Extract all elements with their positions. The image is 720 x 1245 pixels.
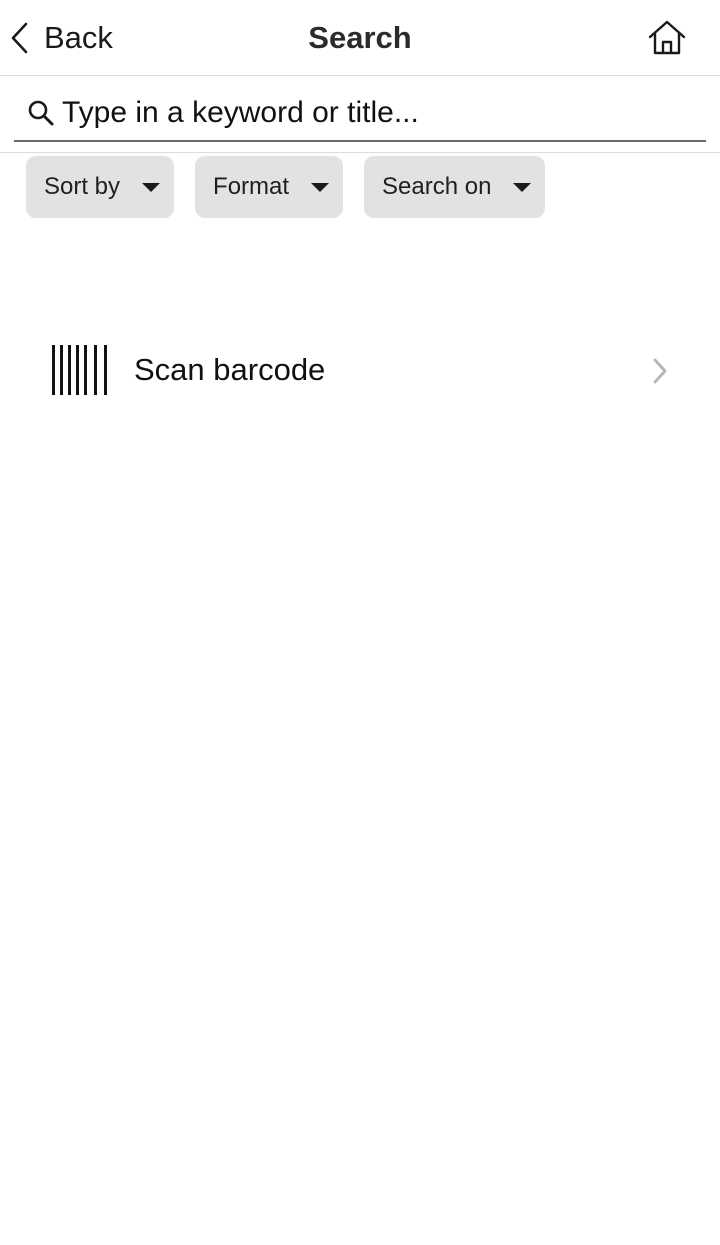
barcode-icon	[52, 345, 107, 395]
search-on-dropdown[interactable]: Search on	[364, 156, 546, 218]
search-on-label: Search on	[382, 173, 492, 200]
home-button[interactable]	[646, 18, 688, 58]
search-bar	[0, 76, 720, 153]
format-label: Format	[213, 173, 290, 200]
caret-down-icon	[142, 182, 161, 192]
search-field[interactable]	[14, 86, 706, 142]
format-dropdown[interactable]: Format	[195, 156, 344, 218]
sort-by-dropdown[interactable]: Sort by	[26, 156, 175, 218]
sort-by-label: Sort by	[44, 173, 121, 200]
caret-down-icon	[513, 182, 532, 192]
back-chevron-icon	[11, 22, 28, 54]
search-icon	[28, 100, 54, 126]
caret-down-icon	[311, 182, 330, 192]
back-label: Back	[44, 20, 113, 55]
scan-barcode-label: Scan barcode	[134, 352, 326, 387]
home-icon	[648, 20, 686, 55]
navigation-bar: Back Search	[0, 0, 720, 76]
back-button[interactable]: Back	[10, 16, 113, 60]
chevron-right-icon	[653, 358, 667, 384]
scan-barcode-row[interactable]: Scan barcode	[0, 330, 720, 412]
search-input[interactable]	[62, 96, 682, 130]
filter-bar: Sort by Format Search on	[26, 156, 546, 218]
